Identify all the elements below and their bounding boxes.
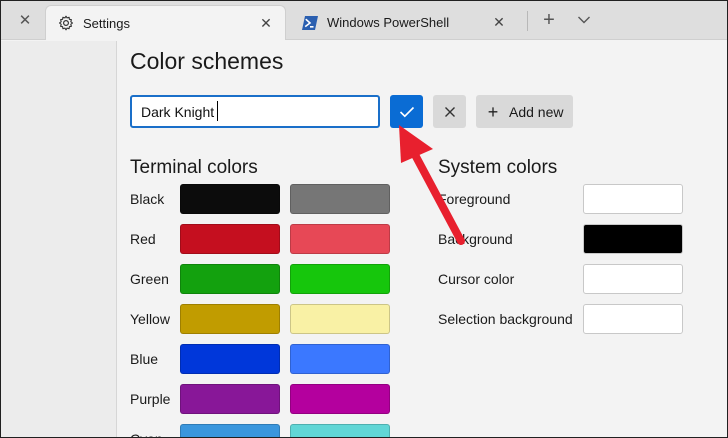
- color-label-cyan: Cyan: [130, 431, 163, 437]
- color-label-purple: Purple: [130, 391, 171, 407]
- gear-icon: [56, 13, 76, 33]
- system-swatch-cursor-color[interactable]: [583, 264, 683, 294]
- powershell-icon: [300, 13, 320, 33]
- system-label-cursor-color: Cursor color: [438, 271, 515, 287]
- swatch-red[interactable]: [180, 224, 280, 254]
- save-button[interactable]: [390, 95, 423, 128]
- cancel-button[interactable]: [433, 95, 466, 128]
- system-label-background: Background: [438, 231, 513, 247]
- add-new-label: Add new: [509, 103, 564, 120]
- page-title: Color schemes: [130, 48, 284, 74]
- chevron-down-icon[interactable]: [573, 9, 595, 31]
- settings-window: ✕ Settings ✕ Windows PowerShell ✕ + Colo…: [0, 0, 728, 438]
- swatch-bright-cyan[interactable]: [290, 424, 390, 437]
- close-tab-icon[interactable]: ✕: [490, 13, 508, 31]
- swatch-blue[interactable]: [180, 344, 280, 374]
- color-label-green: Green: [130, 271, 169, 287]
- swatch-green[interactable]: [180, 264, 280, 294]
- system-swatch-foreground[interactable]: [583, 184, 683, 214]
- new-tab-button[interactable]: +: [538, 9, 560, 31]
- tab-powershell[interactable]: Windows PowerShell ✕: [290, 5, 518, 40]
- checkmark-icon: [399, 106, 414, 117]
- system-swatch-selection-background[interactable]: [583, 304, 683, 334]
- color-label-black: Black: [130, 191, 165, 207]
- swatch-bright-yellow[interactable]: [290, 304, 390, 334]
- terminal-colors-heading: Terminal colors: [130, 157, 258, 178]
- tab-bar: ✕ Settings ✕ Windows PowerShell ✕ +: [1, 1, 727, 40]
- system-colors-heading: System colors: [438, 157, 558, 178]
- swatch-yellow[interactable]: [180, 304, 280, 334]
- navigation-pane: [1, 41, 117, 437]
- tab-label: Windows PowerShell: [327, 15, 450, 30]
- tab-label: Settings: [83, 15, 130, 31]
- divider: [527, 11, 528, 31]
- color-label-blue: Blue: [130, 351, 159, 367]
- close-icon: [444, 106, 455, 117]
- close-tab-icon[interactable]: ✕: [257, 14, 275, 32]
- swatch-cyan[interactable]: [180, 424, 280, 437]
- plus-icon: +: [487, 101, 499, 122]
- swatch-bright-blue[interactable]: [290, 344, 390, 374]
- color-label-yellow: Yellow: [130, 311, 170, 327]
- text-caret: [217, 101, 218, 121]
- swatch-purple[interactable]: [180, 384, 280, 414]
- add-new-button[interactable]: + Add new: [476, 95, 573, 128]
- close-icon[interactable]: ✕: [15, 11, 35, 31]
- tab-settings[interactable]: Settings ✕: [45, 5, 286, 40]
- swatch-bright-black[interactable]: [290, 184, 390, 214]
- swatch-bright-green[interactable]: [290, 264, 390, 294]
- system-swatch-background[interactable]: [583, 224, 683, 254]
- swatch-bright-purple[interactable]: [290, 384, 390, 414]
- scheme-name-input[interactable]: [130, 95, 380, 128]
- system-label-foreground: Foreground: [438, 191, 511, 207]
- swatch-bright-red[interactable]: [290, 224, 390, 254]
- swatch-black[interactable]: [180, 184, 280, 214]
- system-label-selection-background: Selection background: [438, 311, 573, 327]
- color-label-red: Red: [130, 231, 156, 247]
